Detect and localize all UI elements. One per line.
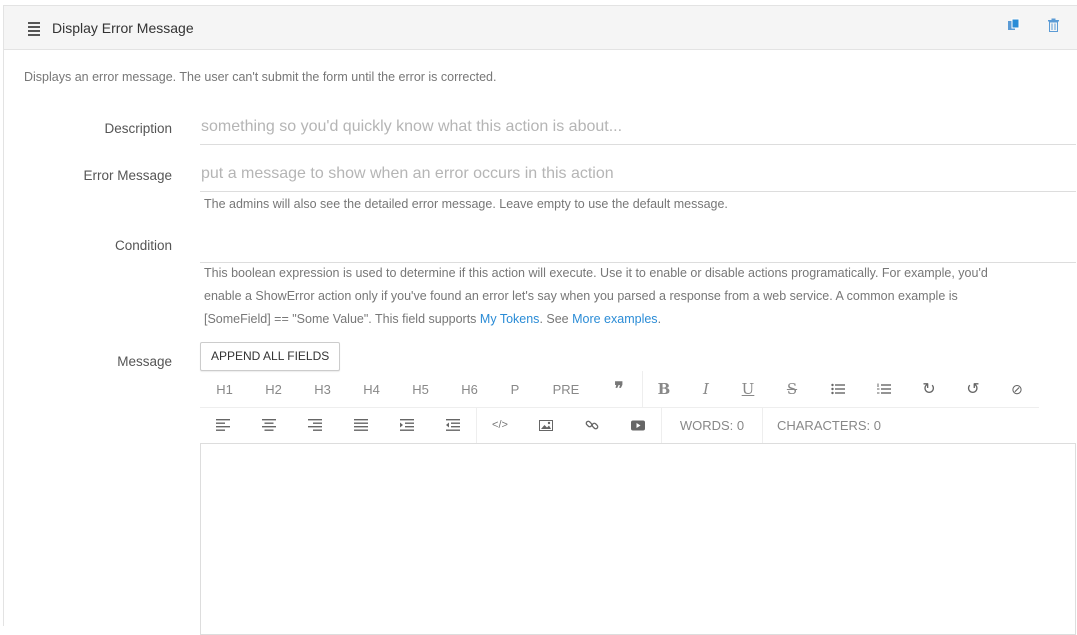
word-count: WORDS: 0 — [661, 407, 762, 443]
redo-icon[interactable]: ↻ — [907, 371, 951, 407]
pre-button[interactable]: PRE — [536, 371, 596, 407]
underline-icon[interactable]: U — [727, 371, 769, 407]
indent-icon[interactable] — [384, 407, 430, 443]
editor-toolbar-row1: H1 H2 H3 H4 H5 H6 P PRE ❞ B I U S ↻ ↺ ⊘ — [200, 371, 1039, 408]
editor-toolbar-row2: </> WORDS: 0 CHARACTERS: 0 — [200, 407, 895, 444]
h3-button[interactable]: H3 — [298, 371, 347, 407]
message-label: Message — [117, 354, 172, 369]
action-description: Displays an error message. The user can'… — [24, 70, 497, 84]
panel-header: Display Error Message — [4, 6, 1077, 50]
hamburger-icon[interactable] — [28, 22, 40, 38]
description-label: Description — [104, 121, 172, 136]
description-input[interactable] — [200, 110, 1076, 145]
blockquote-icon[interactable]: ❞ — [596, 371, 642, 407]
action-panel: Display Error Message Displays an error … — [3, 5, 1077, 635]
condition-help: This boolean expression is used to deter… — [204, 266, 988, 326]
image-icon[interactable] — [523, 407, 569, 443]
align-justify-icon[interactable] — [338, 407, 384, 443]
trash-icon[interactable] — [1047, 18, 1060, 37]
h4-button[interactable]: H4 — [347, 371, 396, 407]
copy-icon[interactable] — [1007, 18, 1021, 37]
character-count: CHARACTERS: 0 — [762, 407, 895, 443]
my-tokens-link[interactable]: My Tokens — [480, 312, 540, 326]
p-button[interactable]: P — [494, 371, 536, 407]
error-message-help: The admins will also see the detailed er… — [204, 197, 728, 211]
error-message-input[interactable] — [200, 157, 1076, 192]
strikethrough-icon[interactable]: S — [769, 371, 815, 407]
append-all-fields-button[interactable]: APPEND ALL FIELDS — [200, 342, 341, 371]
italic-icon[interactable]: I — [685, 371, 727, 407]
panel-title: Display Error Message — [52, 20, 194, 36]
h1-button[interactable]: H1 — [200, 371, 249, 407]
clear-format-icon[interactable]: ⊘ — [995, 371, 1039, 407]
align-left-icon[interactable] — [200, 407, 246, 443]
link-icon[interactable] — [569, 407, 615, 443]
outdent-icon[interactable] — [430, 407, 476, 443]
code-icon[interactable]: </> — [476, 407, 523, 443]
error-message-label: Error Message — [83, 168, 172, 183]
numbered-list-icon[interactable] — [861, 371, 907, 407]
bullet-list-icon[interactable] — [815, 371, 861, 407]
bold-icon[interactable]: B — [642, 371, 685, 407]
h5-button[interactable]: H5 — [396, 371, 445, 407]
message-editor[interactable] — [200, 443, 1076, 635]
video-icon[interactable] — [615, 407, 661, 443]
align-center-icon[interactable] — [246, 407, 292, 443]
align-right-icon[interactable] — [292, 407, 338, 443]
condition-label: Condition — [114, 238, 172, 253]
h6-button[interactable]: H6 — [445, 371, 494, 407]
undo-icon[interactable]: ↺ — [951, 371, 995, 407]
h2-button[interactable]: H2 — [249, 371, 298, 407]
condition-input[interactable] — [200, 228, 1076, 263]
more-examples-link[interactable]: More examples — [572, 312, 657, 326]
